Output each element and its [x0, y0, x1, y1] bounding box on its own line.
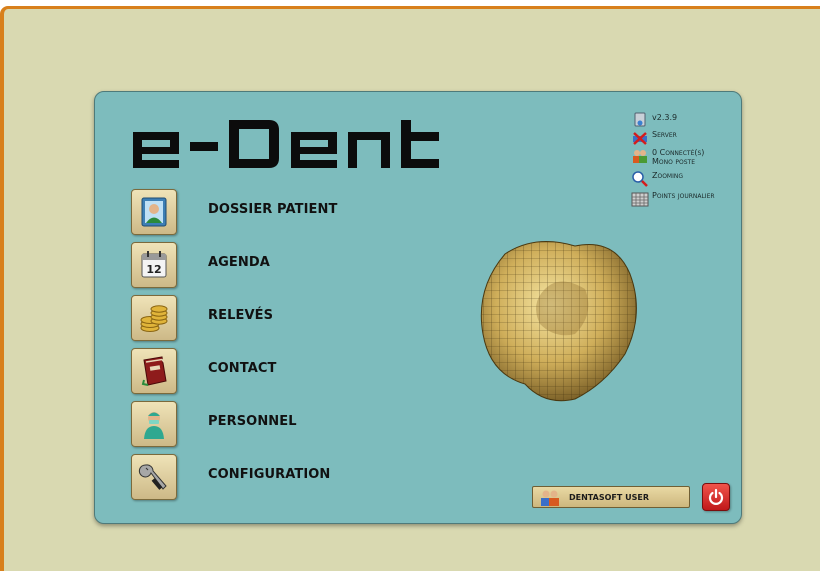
daily-points-calendar-icon — [631, 192, 649, 207]
server-disconnected-icon — [633, 132, 647, 145]
points-row[interactable]: Points journalier — [631, 191, 715, 207]
connected-count: 0 Connecté(s) — [652, 148, 705, 157]
menu-item-agenda[interactable]: 12 AGENDA — [131, 242, 461, 290]
connected-info: 0 Connecté(s) Mono poste — [652, 148, 704, 166]
version-row: v2.3.9 — [631, 112, 677, 128]
menu-item-dossier-patient[interactable]: DOSSIER PATIENT — [131, 189, 461, 237]
zooming-row[interactable]: Zooming — [631, 171, 683, 187]
power-button[interactable] — [702, 483, 730, 511]
connected-row: 0 Connecté(s) Mono poste — [631, 148, 704, 166]
points-label: Points journalier — [652, 191, 715, 200]
menu-label-personnel: PERSONNEL — [208, 414, 297, 429]
main-panel: DOSSIER PATIENT 12 AGENDA RELEVÉS CONTAC… — [94, 91, 742, 524]
user-bar[interactable]: DENTASOFT USER — [532, 486, 690, 508]
menu-label-dossier-patient: DOSSIER PATIENT — [208, 202, 338, 217]
menu-item-personnel[interactable]: PERSONNEL — [131, 401, 461, 449]
menu-label-configuration: CONFIGURATION — [208, 467, 331, 482]
server-row[interactable]: Server — [631, 130, 677, 146]
menu-label-agenda: AGENDA — [208, 255, 270, 270]
contact-button[interactable] — [131, 348, 177, 394]
version-label: v2.3.9 — [652, 113, 678, 122]
zooming-label: Zooming — [652, 171, 684, 180]
calendar-icon: 12 — [141, 251, 167, 278]
menu-label-contact: CONTACT — [208, 361, 277, 376]
releves-button[interactable] — [131, 295, 177, 341]
wrench-icon — [138, 464, 167, 490]
user-name-label: DENTASOFT USER — [569, 492, 649, 502]
users-icon — [541, 490, 559, 506]
mode-label: Mono poste — [652, 157, 695, 166]
e-dent-logo — [133, 120, 439, 168]
app-window-frame: DOSSIER PATIENT 12 AGENDA RELEVÉS CONTAC… — [0, 6, 820, 571]
dossier-patient-button[interactable] — [131, 189, 177, 235]
users-icon — [633, 150, 647, 163]
tooth-3d-illustration — [480, 241, 637, 402]
server-info-icon — [634, 112, 646, 127]
agenda-button[interactable]: 12 — [131, 242, 177, 288]
configuration-button[interactable] — [131, 454, 177, 500]
coins-icon — [140, 305, 168, 332]
menu-item-releves[interactable]: RELEVÉS — [131, 295, 461, 343]
menu-item-contact[interactable]: CONTACT — [131, 348, 461, 396]
server-label: Server — [652, 130, 677, 139]
menu-item-configuration[interactable]: CONFIGURATION — [131, 454, 461, 502]
patient-folder-icon — [141, 197, 167, 227]
personnel-button[interactable] — [131, 401, 177, 447]
menu-label-releves: RELEVÉS — [208, 308, 274, 323]
zoom-icon — [632, 171, 648, 187]
address-book-icon — [141, 356, 167, 386]
calendar-day-number: 12 — [146, 263, 161, 276]
power-icon — [708, 488, 724, 505]
staff-icon — [144, 412, 164, 439]
